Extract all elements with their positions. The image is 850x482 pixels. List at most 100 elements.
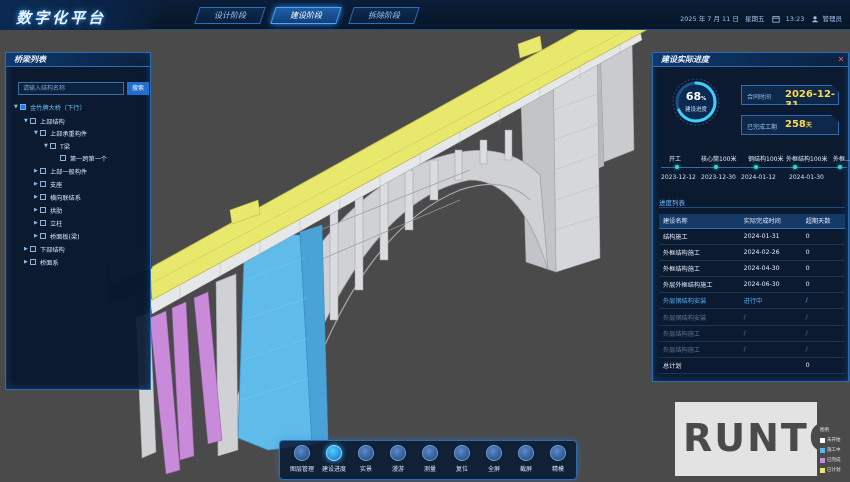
checkbox[interactable]: [30, 259, 36, 265]
milestone-dot[interactable]: [754, 165, 758, 169]
table-row[interactable]: 外框结构施工 2024-02-26 0: [659, 244, 845, 261]
progress-label: 建设进度: [684, 107, 707, 113]
globe-icon: [358, 445, 374, 461]
toolbar-button[interactable]: 实景: [351, 445, 381, 479]
checkbox[interactable]: [40, 130, 46, 136]
tab-construction-phase[interactable]: 建设阶段: [270, 7, 342, 24]
table-cell: 0: [801, 260, 845, 278]
checkbox[interactable]: [60, 155, 66, 161]
table-cell: /: [801, 308, 845, 326]
toolbar-button[interactable]: 精模: [543, 445, 573, 479]
toolbar-label: 建设进度: [321, 466, 346, 473]
table-cell: [739, 357, 802, 375]
table-row[interactable]: 外层钢结构安装 进行中 /: [659, 292, 845, 310]
table-row[interactable]: 外层钢结构安装 / /: [659, 308, 845, 326]
toolbar-button[interactable]: 图层管理: [287, 445, 317, 479]
milestone-date: 2024-01-30: [789, 174, 824, 181]
table-cell: /: [739, 308, 802, 326]
tree-node-bridge[interactable]: ▼ 金竹牌大桥（下行）: [14, 102, 86, 112]
table-cell: /: [801, 341, 845, 359]
tree-node-span-1[interactable]: 第一跨第一个: [54, 153, 107, 163]
close-icon[interactable]: ✕: [837, 56, 845, 64]
milestone-date: 2023-12-30: [701, 174, 736, 181]
toolbar-button[interactable]: 复位: [447, 445, 477, 479]
checkbox[interactable]: [40, 207, 46, 213]
column-header: 实际完成时间: [739, 214, 802, 229]
checkbox[interactable]: [30, 246, 36, 252]
table-cell: 2024-06-30: [739, 276, 802, 294]
contract-time-box: 合同时间 2026-12-31: [741, 85, 839, 105]
tree-node-bearing-members[interactable]: ▼ 上部承重构件: [34, 128, 87, 138]
toolbar-label: 图层管理: [289, 466, 314, 473]
table-row[interactable]: 结构施工 2024-01-31 0: [659, 228, 845, 245]
toolbar-button[interactable]: 全屏: [479, 445, 509, 479]
calendar-icon: [771, 16, 780, 23]
toolbar-button[interactable]: 测量: [415, 445, 445, 479]
milestone-date: 2023-12-12: [661, 174, 696, 181]
toolbar-label: 截屏: [519, 466, 532, 473]
toolbar-label: 测量: [423, 466, 436, 473]
checkbox[interactable]: [40, 168, 46, 174]
tree-node-deck-system[interactable]: ▶ 桥面系: [24, 257, 59, 267]
milestone-dot[interactable]: [714, 165, 718, 169]
milestone-label: 外框结构100米: [786, 156, 828, 163]
pier-under-construction: [237, 234, 313, 451]
top-bar: 数字化平台 设计阶段 建设阶段 拆除阶段 2025 年 7 月 11 日 星期五…: [0, 0, 850, 30]
user-icon[interactable]: [811, 15, 819, 23]
milestone-dot[interactable]: [838, 165, 842, 169]
tree-node-general-members[interactable]: ▶ 上部一般构件: [34, 166, 87, 176]
toolbar-label: 全屏: [487, 466, 500, 473]
tree-node-superstructure[interactable]: ▼ 上部结构: [24, 116, 65, 126]
checkbox[interactable]: [40, 194, 46, 200]
tree-node-substructure[interactable]: ▶ 下部结构: [24, 244, 65, 254]
toolbar-label: 精模: [551, 466, 564, 473]
search-button[interactable]: 搜索: [127, 82, 149, 95]
tree-node-column[interactable]: ▶ 立柱: [34, 218, 62, 228]
toolbar-button[interactable]: 建设进度: [319, 445, 349, 479]
toolbar-button[interactable]: 截屏: [511, 445, 541, 479]
tree-node-bracing[interactable]: ▶ 横向联结系: [34, 192, 81, 202]
tree-node-arch-rib[interactable]: ▶ 拱肋: [34, 205, 62, 215]
table-cell: 外框结构施工: [659, 260, 740, 278]
table-header-row: 建设名称 实际完成时间 超期天数: [659, 214, 845, 229]
legend-item: 施工中: [820, 445, 848, 455]
milestone-label: 核心筒100米: [701, 156, 737, 163]
milestone-dot[interactable]: [675, 165, 679, 169]
legend-item: 已完成: [820, 455, 848, 465]
table-row[interactable]: 外层外框结构施工 2024-06-30 0: [659, 276, 845, 294]
table-cell: 进行中: [739, 292, 802, 310]
table-row[interactable]: 总计划 0: [659, 357, 845, 375]
legend-title: 图例: [820, 428, 829, 433]
bottom-toolbar: 图层管理 建设进度 实景 漫游 测量 复位 全屏 截屏 精模: [279, 440, 577, 480]
toolbar-label: 实景: [359, 466, 372, 473]
checkbox[interactable]: [40, 181, 46, 187]
time-text: 13:23: [785, 15, 805, 23]
checkbox[interactable]: [50, 143, 56, 149]
fullscreen-icon: [486, 445, 502, 461]
roam-icon: [390, 445, 406, 461]
layers-icon: [294, 445, 310, 461]
tab-design-phase[interactable]: 设计阶段: [194, 7, 266, 24]
checkbox[interactable]: [20, 104, 26, 110]
table-cell: 外层钢结构安装: [659, 292, 740, 310]
checkbox[interactable]: [40, 233, 46, 239]
table-row[interactable]: 外层结构施工 / /: [659, 325, 845, 342]
milestone-label: 外框...: [833, 156, 850, 163]
checkbox[interactable]: [30, 118, 36, 124]
milestone-dot[interactable]: [793, 165, 797, 169]
progress-panel-title: 建设实际进度: [653, 53, 848, 67]
weekday-text: 星期五: [744, 15, 765, 23]
structure-search-input[interactable]: 请输入结构名称: [18, 82, 124, 95]
milestone-date: 2024-01-12: [741, 174, 776, 181]
tree-node-deck-slab[interactable]: ▶ 桥面板(梁): [34, 231, 80, 241]
app-title: 数字化平台: [16, 9, 107, 27]
tree-node-bearing[interactable]: ▶ 支座: [34, 179, 62, 189]
toolbar-button[interactable]: 漫游: [383, 445, 413, 479]
user-name[interactable]: 管理员: [823, 15, 843, 23]
table-row[interactable]: 外框结构施工 2024-04-30 0: [659, 260, 845, 278]
checkbox[interactable]: [40, 220, 46, 226]
tab-demolition-phase[interactable]: 拆除阶段: [348, 7, 420, 24]
table-row[interactable]: 外层结构施工 / /: [659, 341, 845, 359]
date-text: 2025 年 7 月 11 日: [680, 15, 739, 23]
tree-node-t-beam[interactable]: ▼ T梁: [44, 141, 70, 151]
